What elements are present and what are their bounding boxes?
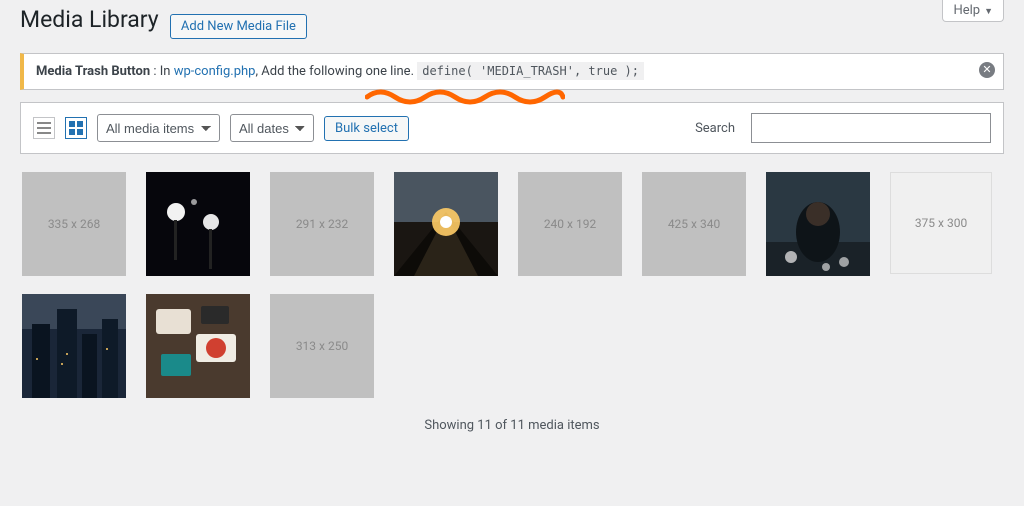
media-tile[interactable]: [394, 172, 498, 276]
media-tile[interactable]: 291 x 232: [270, 172, 374, 276]
bulk-select-button[interactable]: Bulk select: [324, 116, 409, 141]
media-toolbar: All media items All dates Bulk select Se…: [20, 102, 1004, 154]
annotation-squiggle: [365, 87, 565, 107]
media-tile[interactable]: [146, 294, 250, 398]
chevron-down-icon: ▼: [984, 7, 993, 17]
add-new-button[interactable]: Add New Media File: [170, 14, 307, 39]
media-tile[interactable]: 425 x 340: [642, 172, 746, 276]
media-tile[interactable]: [766, 172, 870, 276]
media-tile[interactable]: 313 x 250: [270, 294, 374, 398]
date-filter[interactable]: All dates: [230, 114, 314, 142]
close-icon: ✕: [982, 63, 991, 76]
help-label: Help: [953, 3, 980, 18]
help-tab[interactable]: Help ▼: [942, 0, 1004, 22]
media-grid: 335 x 268 291 x 232 240 x 192425 x 340 375 …: [20, 172, 1004, 398]
media-tile[interactable]: [22, 294, 126, 398]
results-count: Showing 11 of 11 media items: [20, 398, 1004, 443]
grid-icon: [69, 121, 83, 135]
code-snippet: define( 'MEDIA_TRASH', true );: [417, 62, 644, 80]
list-icon: [37, 121, 51, 135]
search-input[interactable]: [751, 113, 991, 143]
media-tile[interactable]: [146, 172, 250, 276]
media-type-filter[interactable]: All media items: [97, 114, 220, 142]
list-view-button[interactable]: [33, 117, 55, 139]
dismiss-notice-button[interactable]: ✕: [979, 62, 995, 78]
media-tile[interactable]: 375 x 300: [890, 172, 992, 274]
notice-title: Media Trash Button: [36, 64, 150, 79]
wp-config-link[interactable]: wp-config.php: [174, 64, 256, 79]
media-tile[interactable]: 240 x 192: [518, 172, 622, 276]
grid-view-button[interactable]: [65, 117, 87, 139]
search-label: Search: [695, 121, 735, 136]
admin-notice: Media Trash Button : In wp-config.php, A…: [20, 53, 1004, 90]
page-title: Media Library: [20, 6, 159, 33]
media-tile[interactable]: 335 x 268: [22, 172, 126, 276]
